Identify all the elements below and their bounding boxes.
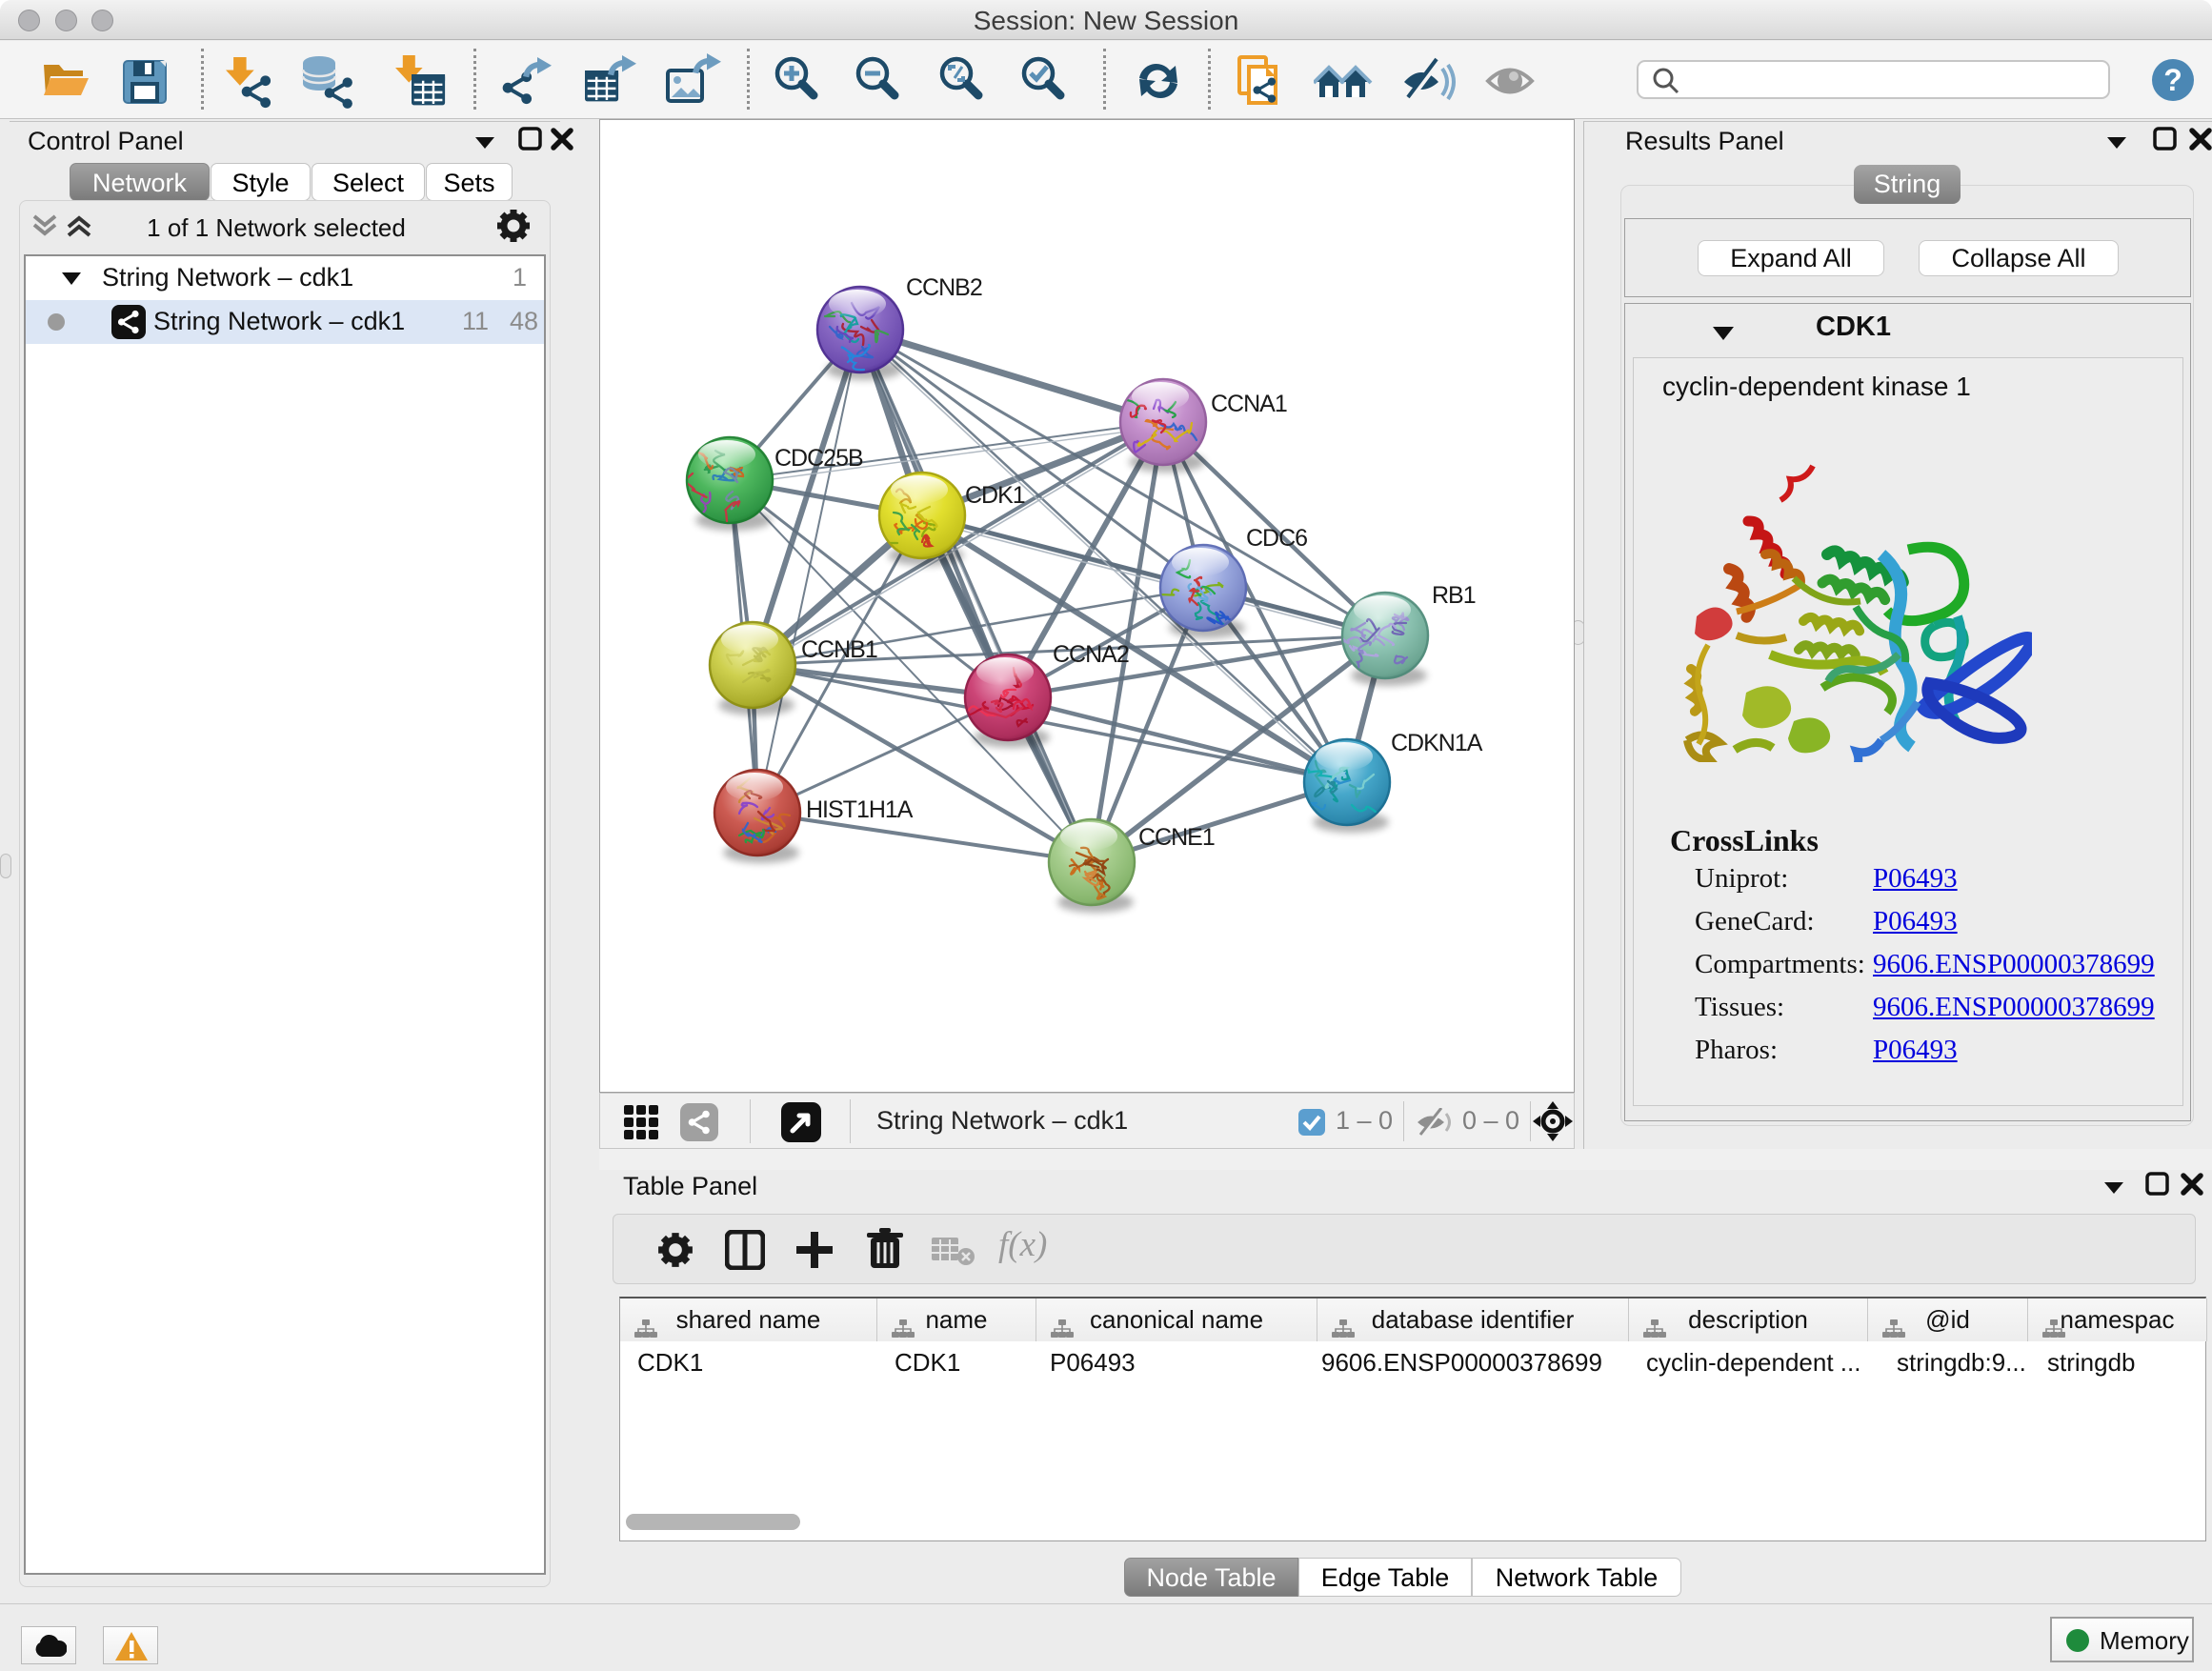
- svg-text:CDKN1A: CDKN1A: [1391, 730, 1483, 756]
- svg-text:CDC6: CDC6: [1246, 525, 1307, 552]
- svg-text:CCNA1: CCNA1: [1211, 391, 1287, 417]
- svg-text:CDC25B: CDC25B: [774, 445, 863, 472]
- svg-text:?: ?: [2163, 63, 2182, 97]
- svg-text:HIST1H1A: HIST1H1A: [806, 796, 914, 823]
- svg-text:CDK1: CDK1: [965, 482, 1025, 509]
- svg-text:CCNB1: CCNB1: [801, 636, 877, 663]
- svg-text:CCNB2: CCNB2: [906, 274, 982, 301]
- svg-text:CCNA2: CCNA2: [1053, 641, 1129, 668]
- svg-text:CCNE1: CCNE1: [1138, 824, 1215, 851]
- svg-text:RB1: RB1: [1432, 582, 1476, 609]
